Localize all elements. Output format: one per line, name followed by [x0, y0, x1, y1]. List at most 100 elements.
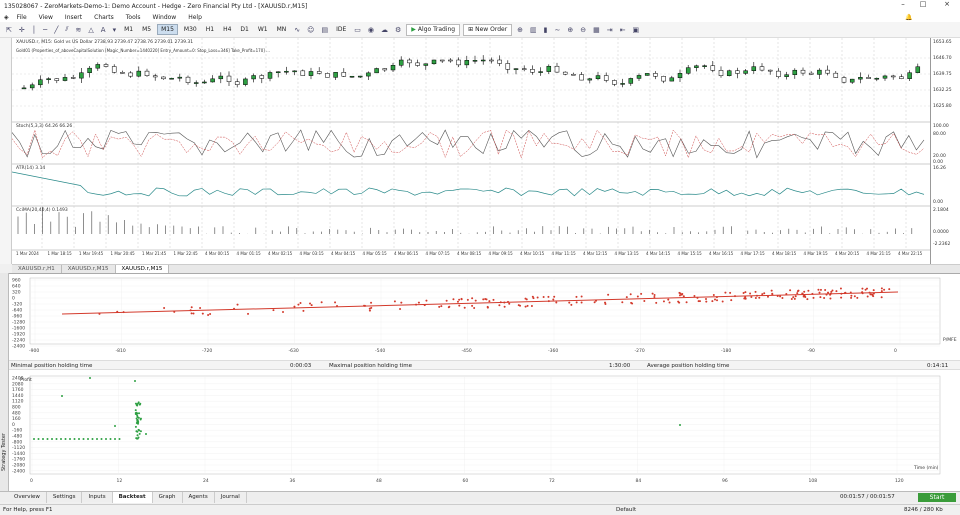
ide-button[interactable]: IDE: [333, 25, 349, 34]
timeframe-m15[interactable]: M15: [157, 24, 178, 35]
time-label: 4 Mar 19:15: [803, 251, 828, 256]
mfe-point: [310, 304, 313, 307]
timeframe-mn[interactable]: MN: [274, 25, 290, 34]
more-tools-icon[interactable]: ▾: [111, 26, 119, 34]
mfe-point: [552, 298, 555, 301]
menu-tools[interactable]: Tools: [126, 14, 141, 21]
candle: [595, 75, 601, 79]
stoch-label: Stoch(5,3,3) 64.26 66.26: [16, 124, 73, 129]
menu-window[interactable]: Window: [153, 14, 177, 21]
candle: [669, 77, 675, 82]
candle: [251, 75, 256, 80]
candle: [243, 78, 248, 85]
vps-icon[interactable]: ⚙: [393, 26, 403, 34]
new-order-button[interactable]: ⊞ New Order: [463, 23, 513, 36]
time-y-label: -160: [12, 428, 22, 434]
timeframe-d1[interactable]: D1: [237, 25, 251, 34]
cursor-icon[interactable]: ⇱: [4, 26, 14, 34]
maximize-icon[interactable]: □: [913, 0, 933, 8]
candle: [218, 75, 224, 80]
timeframe-m1[interactable]: M1: [121, 25, 136, 34]
mfe-point: [370, 306, 373, 309]
shapes-icon[interactable]: △: [86, 26, 95, 34]
candle-chart-icon[interactable]: ▮: [542, 26, 550, 34]
candle: [103, 64, 109, 67]
timeframe-h4[interactable]: H4: [220, 25, 234, 34]
time-point: [139, 418, 142, 421]
menu-insert[interactable]: Insert: [65, 14, 82, 21]
crosshair-icon[interactable]: ✛: [17, 26, 27, 34]
line-chart-icon[interactable]: ∼: [553, 26, 563, 34]
channel-icon[interactable]: ⫽: [63, 25, 70, 34]
mfe-point: [796, 290, 799, 293]
tab-overview[interactable]: Overview: [8, 491, 47, 503]
time-point: [135, 417, 138, 420]
tab-settings[interactable]: Settings: [47, 491, 83, 503]
candle: [382, 68, 388, 71]
bar-chart-icon[interactable]: ▥: [528, 26, 539, 34]
candle: [702, 65, 707, 67]
cci-label: CciMA(20,40,4) 0.1493: [16, 208, 68, 213]
tab-journal[interactable]: Journal: [215, 491, 247, 503]
market-icon[interactable]: ◉: [366, 26, 376, 34]
trendline-icon[interactable]: ╱: [52, 26, 60, 34]
time-x-label: 108: [809, 478, 818, 484]
grid-icon[interactable]: ▦: [591, 26, 602, 34]
vertical-line-icon[interactable]: │: [30, 26, 38, 34]
mfe-x-label: -90: [808, 348, 815, 354]
menu-view[interactable]: View: [39, 14, 53, 21]
mfe-point: [824, 289, 827, 292]
horizontal-line-icon[interactable]: ─: [41, 26, 49, 34]
text-icon[interactable]: A: [99, 26, 108, 34]
time-point: [33, 438, 35, 440]
tab-backtest[interactable]: Backtest: [112, 491, 153, 503]
timeframe-m30[interactable]: M30: [181, 25, 200, 34]
time-label: 4 Mar 06:15: [394, 251, 419, 256]
timeframe-m5[interactable]: M5: [139, 25, 154, 34]
time-y-label: -1760: [12, 457, 25, 463]
mfe-point: [742, 291, 745, 294]
shift-icon[interactable]: ⇤: [618, 26, 628, 34]
candle: [54, 78, 60, 81]
timeframe-h1[interactable]: H1: [203, 25, 217, 34]
menu-help[interactable]: Help: [188, 14, 202, 21]
notification-icon[interactable]: 🔔: [905, 14, 912, 21]
candle: [423, 63, 429, 66]
candle: [554, 65, 560, 73]
close-icon[interactable]: ×: [937, 0, 957, 8]
mfe-point: [818, 291, 821, 294]
minimize-icon[interactable]: –: [893, 0, 913, 8]
zoom-out-icon[interactable]: ⊖: [578, 26, 588, 34]
timeframe-w1[interactable]: W1: [255, 25, 271, 34]
candle: [530, 69, 535, 73]
tab-inputs[interactable]: Inputs: [82, 491, 113, 503]
objects-icon[interactable]: ▤: [319, 26, 330, 34]
price-chart[interactable]: XAUUSD.r, M15: Gold vs US Dollar 2738.93…: [11, 38, 930, 264]
signal-icon[interactable]: ⊕: [515, 26, 525, 34]
indicators-icon[interactable]: ∿: [292, 26, 302, 34]
mfe-point: [575, 295, 578, 298]
fibo-icon[interactable]: ≋: [74, 26, 84, 34]
menu-charts[interactable]: Charts: [94, 14, 114, 21]
cloud-icon[interactable]: ☁: [379, 26, 390, 34]
templates-icon[interactable]: ☺: [305, 26, 316, 34]
screenshot-icon[interactable]: ▣: [631, 26, 642, 34]
time-label: 4 Mar 07:15: [425, 251, 450, 256]
start-button[interactable]: Start: [918, 493, 956, 502]
mfe-point: [653, 296, 656, 299]
terminal-icon[interactable]: ▭: [352, 26, 363, 34]
menu-file[interactable]: File: [17, 14, 27, 21]
mfe-x-label: -540: [375, 348, 385, 354]
tab-agents[interactable]: Agents: [183, 491, 215, 503]
mfe-point: [508, 302, 511, 305]
chart-tab[interactable]: XAUUSD.r,H1: [12, 265, 62, 273]
chart-tab[interactable]: XAUUSD.r,M15: [62, 265, 116, 273]
help-text: For Help, press F1: [3, 507, 53, 513]
algo-trading-button[interactable]: ▶ Algo Trading: [406, 23, 461, 36]
chart-tab-active[interactable]: XAUUSD.r,M15: [115, 265, 170, 273]
candle: [21, 87, 27, 90]
zoom-in-icon[interactable]: ⊕: [565, 26, 575, 34]
tab-graph[interactable]: Graph: [153, 491, 183, 503]
mfe-point: [190, 312, 193, 315]
scroll-icon[interactable]: ⇥: [605, 26, 615, 34]
